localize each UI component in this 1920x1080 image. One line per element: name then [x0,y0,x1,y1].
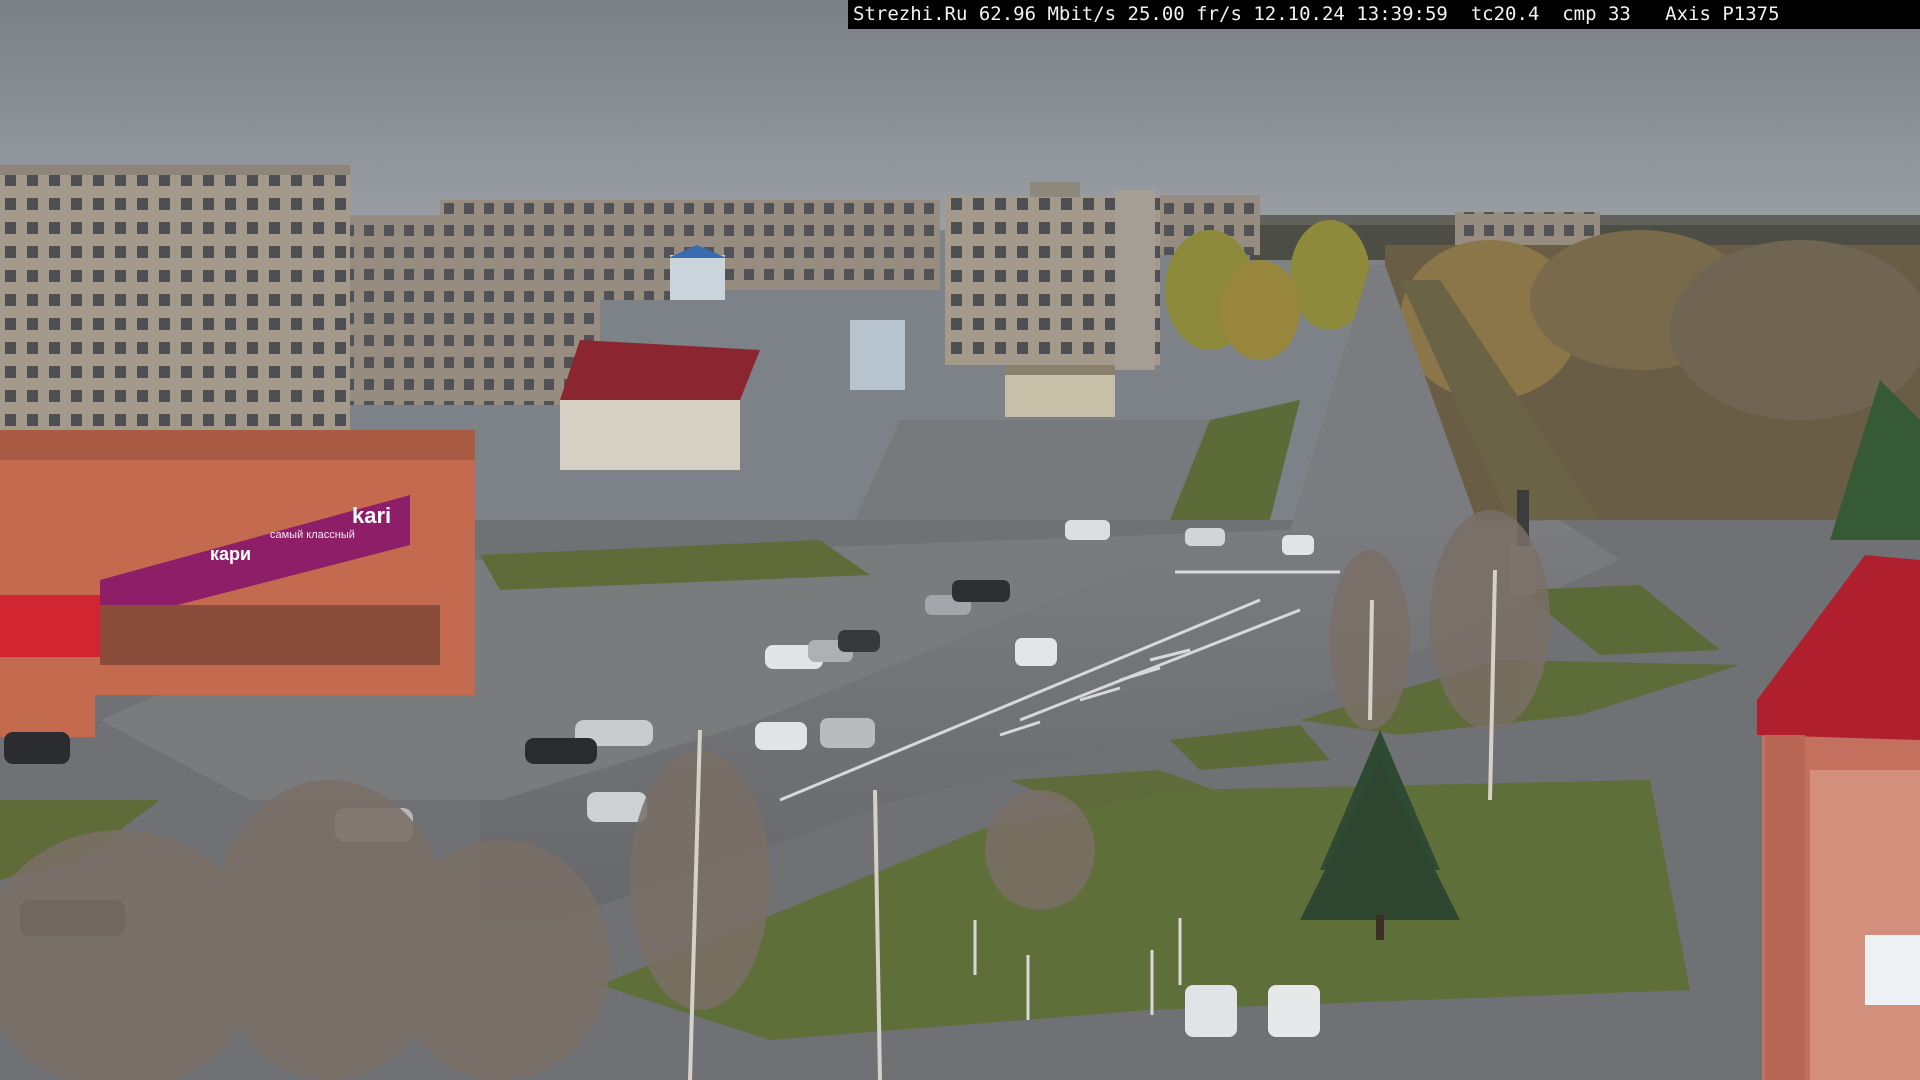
store-sign-sub-text: самый классный [270,529,355,541]
city-square-scene: kari кари самый классный [0,0,1920,1080]
store-sign-text: kari [352,503,391,528]
red-canopy [0,595,100,657]
pavilion [1005,372,1115,417]
upper-plaza [855,420,1210,520]
camera-info-overlay: Strezhi.Ru 62.96 Mbit/s 25.00 fr/s 12.10… [848,0,1920,29]
central-tall-building [945,182,1160,370]
webcam-frame: kari кари самый классный Strezhi.Ru 62.9… [0,0,1920,1080]
store-sign-lower-text: кари [210,544,251,564]
kari-store-building [0,430,475,737]
